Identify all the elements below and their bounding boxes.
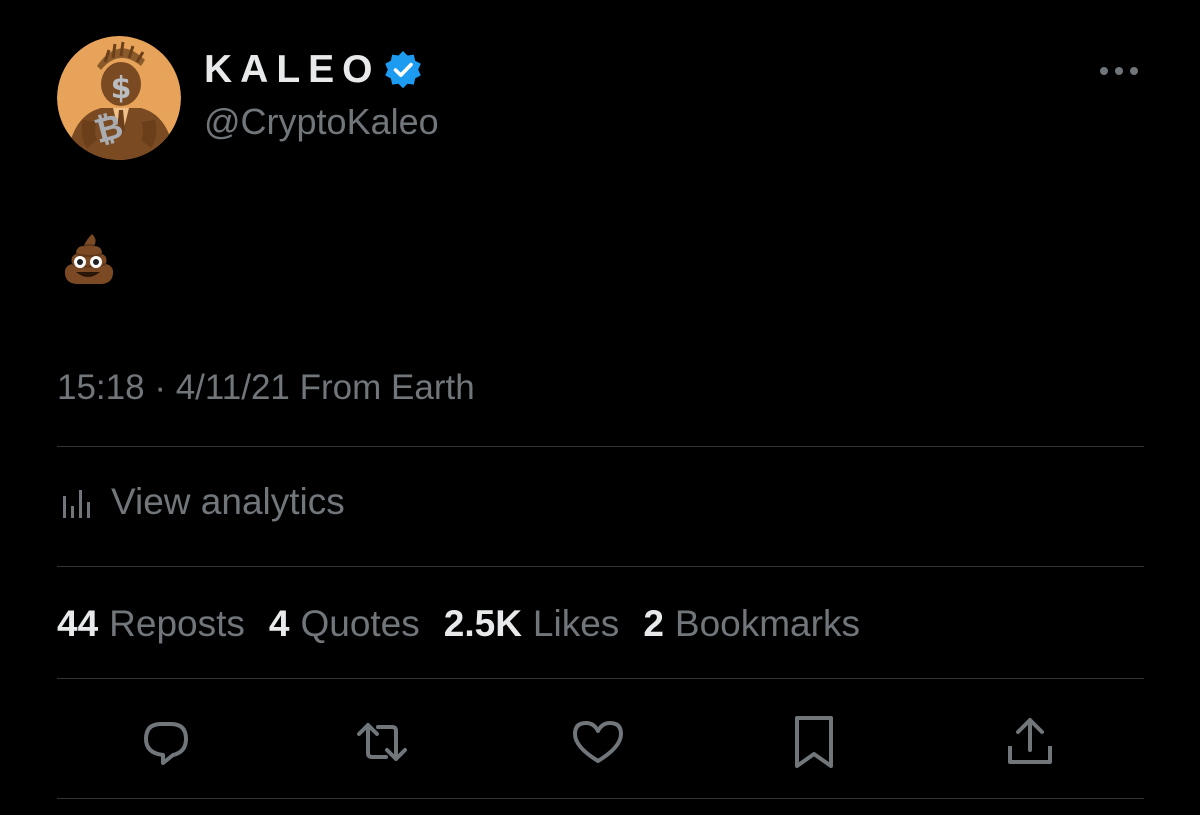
- analytics-bars-icon: [63, 490, 90, 518]
- tweet-text: 💩: [62, 232, 116, 286]
- stat-value: 4: [268, 603, 290, 644]
- svg-text:$: $: [111, 71, 132, 106]
- bookmark-button[interactable]: [784, 712, 844, 772]
- view-analytics-link[interactable]: View analytics: [57, 480, 345, 524]
- reply-icon: [144, 722, 188, 765]
- stat-value: 2.5K: [443, 603, 522, 644]
- author-handle[interactable]: @CryptoKaleo: [204, 100, 439, 144]
- share-icon: [1008, 718, 1052, 764]
- more-horizontal-icon[interactable]: [1096, 58, 1142, 84]
- engagement-stats: 44 Reposts 4 Quotes 2.5K Likes 2 Bookmar…: [57, 600, 884, 648]
- repost-button[interactable]: [352, 712, 412, 772]
- tweet-time[interactable]: 15:18: [57, 368, 145, 407]
- share-button[interactable]: [1000, 712, 1060, 772]
- tweet-date[interactable]: 4/11/21: [176, 368, 290, 407]
- stat-likes[interactable]: 2.5K Likes: [444, 600, 620, 648]
- spartan-bitcoin-avatar-icon: $ ₿: [57, 36, 181, 160]
- tweet-detail: $ ₿ KALEO @CryptoKaleo 15:18 · 4/11/21 F…: [0, 0, 1200, 815]
- bookmark-icon: [795, 716, 833, 768]
- pile-of-poo-emoji: [64, 234, 114, 284]
- like-button[interactable]: [568, 712, 628, 772]
- heart-icon: [573, 721, 623, 763]
- action-bar: [0, 712, 1200, 772]
- stat-bookmarks[interactable]: 2 Bookmarks: [643, 600, 860, 648]
- meta-separator: ·: [154, 368, 166, 407]
- stat-label: Reposts: [109, 603, 245, 644]
- divider: [57, 798, 1144, 799]
- author-name-row: KALEO: [204, 48, 425, 92]
- stat-value: 44: [57, 603, 99, 644]
- verified-badge-icon[interactable]: [381, 48, 425, 92]
- stat-value: 2: [643, 603, 664, 644]
- avatar[interactable]: $ ₿: [57, 36, 181, 160]
- tweet-source: From Earth: [299, 368, 475, 407]
- stat-reposts[interactable]: 44 Reposts: [57, 600, 245, 648]
- repost-icon: [357, 723, 407, 761]
- stat-label: Bookmarks: [674, 603, 860, 644]
- display-name[interactable]: KALEO: [204, 48, 381, 92]
- stat-quotes[interactable]: 4 Quotes: [269, 600, 420, 648]
- reply-button[interactable]: [136, 712, 196, 772]
- stat-label: Quotes: [300, 603, 420, 644]
- divider: [57, 678, 1144, 679]
- tweet-meta: 15:18 · 4/11/21 From Earth: [57, 366, 475, 410]
- divider: [57, 446, 1144, 447]
- stat-label: Likes: [532, 603, 620, 644]
- divider: [57, 566, 1144, 567]
- view-analytics-label: View analytics: [111, 481, 345, 522]
